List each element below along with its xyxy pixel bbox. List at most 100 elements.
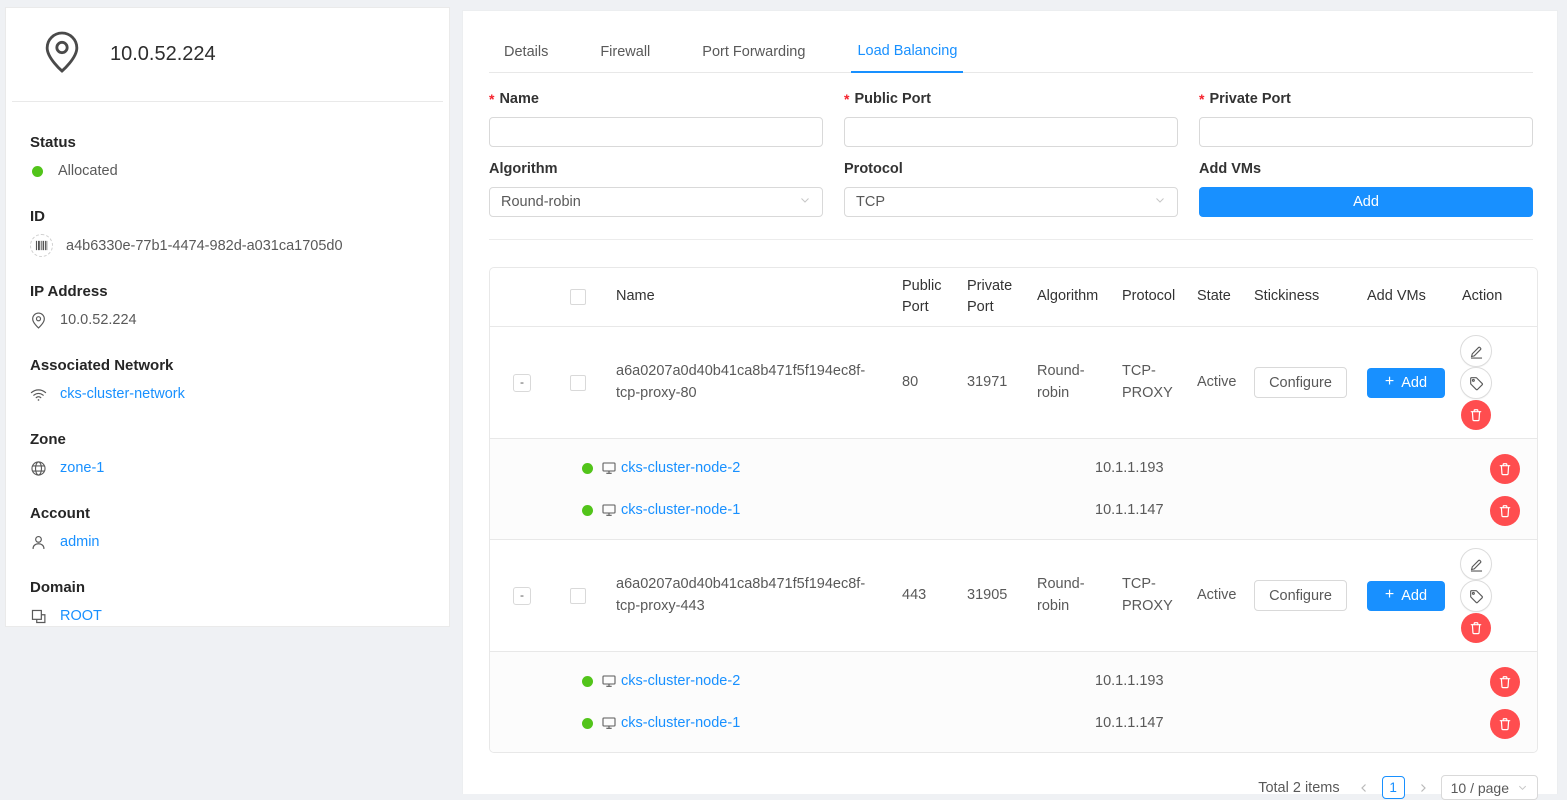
select-all-checkbox[interactable]	[570, 289, 586, 305]
account-link[interactable]: admin	[60, 534, 100, 550]
trash-icon	[1497, 461, 1513, 477]
delete-rule-button[interactable]	[1461, 400, 1491, 430]
col-header-name: Name	[602, 280, 892, 313]
add-rule-button[interactable]: Add	[1199, 187, 1533, 217]
wifi-icon	[30, 386, 47, 403]
status-label: Status	[30, 134, 425, 151]
detail-zone: Zone zone-1	[30, 431, 425, 479]
rule-state: Active	[1187, 579, 1244, 613]
page-number-button[interactable]: 1	[1382, 776, 1405, 799]
tab-load-balancing[interactable]: Load Balancing	[851, 31, 963, 73]
vm-ip: 10.1.1.193	[1095, 460, 1164, 476]
protocol-select[interactable]: TCP	[844, 187, 1178, 217]
zone-link[interactable]: zone-1	[60, 460, 104, 476]
location-pin-icon	[42, 30, 82, 78]
resource-header: 10.0.52.224	[30, 30, 425, 78]
vm-state-dot-icon	[582, 718, 593, 729]
status-dot-icon	[32, 166, 43, 177]
delete-rule-button[interactable]	[1461, 613, 1491, 643]
private-port-input[interactable]	[1199, 117, 1533, 147]
vm-link[interactable]: cks-cluster-node-1	[621, 715, 740, 731]
tab-bar: Details Firewall Port Forwarding Load Ba…	[489, 31, 1533, 73]
detail-id: ID a4b6330e-77b1-4474-982d-a031ca1705d0	[30, 208, 425, 257]
name-field-label: * Name	[489, 89, 823, 109]
detail-status: Status Allocated	[30, 134, 425, 182]
zone-label: Zone	[30, 431, 425, 448]
edit-rule-button[interactable]	[1460, 335, 1492, 367]
rule-public-port: 80	[892, 366, 957, 400]
remove-vm-button[interactable]	[1490, 454, 1520, 484]
rule-algorithm: Round-robin	[1027, 355, 1112, 411]
pagination-total: Total 2 items	[1258, 780, 1339, 796]
protocol-selected-value: TCP	[856, 194, 885, 210]
trash-icon	[1468, 407, 1484, 423]
public-port-input[interactable]	[844, 117, 1178, 147]
globe-icon	[30, 460, 47, 477]
collapse-row-button[interactable]: -	[513, 374, 531, 392]
col-header-action: Action	[1452, 280, 1538, 313]
configure-stickiness-button[interactable]: Configure	[1254, 367, 1347, 398]
tag-rule-button[interactable]	[1460, 367, 1492, 399]
add-vm-button[interactable]: + Add	[1367, 581, 1445, 611]
remove-vm-button[interactable]	[1490, 496, 1520, 526]
vm-row: cks-cluster-node-1 10.1.1.147	[490, 702, 1537, 744]
rule-state: Active	[1187, 366, 1244, 400]
edit-rule-button[interactable]	[1460, 548, 1492, 580]
name-input[interactable]	[489, 117, 823, 147]
remove-vm-button[interactable]	[1490, 667, 1520, 697]
col-header-add-vms: Add VMs	[1357, 280, 1452, 313]
vm-link[interactable]: cks-cluster-node-2	[621, 673, 740, 689]
ip-label: IP Address	[30, 283, 425, 300]
private-port-field-label: * Private Port	[1199, 89, 1533, 109]
account-label: Account	[30, 505, 425, 522]
protocol-field-label: Protocol	[844, 159, 1178, 179]
chevron-down-icon	[1154, 194, 1166, 210]
trash-icon	[1497, 674, 1513, 690]
page-size-select[interactable]: 10 / page	[1441, 775, 1538, 800]
field-protocol: Protocol TCP	[844, 159, 1178, 217]
plus-icon: +	[1385, 374, 1394, 390]
remove-vm-button[interactable]	[1490, 709, 1520, 739]
rule-protocol: TCP-PROXY	[1112, 355, 1187, 411]
tab-port-forwarding[interactable]: Port Forwarding	[696, 31, 811, 72]
status-value: Allocated	[58, 163, 118, 179]
row-checkbox[interactable]	[570, 375, 586, 391]
tab-firewall[interactable]: Firewall	[594, 31, 656, 72]
vm-link[interactable]: cks-cluster-node-1	[621, 502, 740, 518]
main-panel: Details Firewall Port Forwarding Load Ba…	[462, 10, 1558, 794]
form-divider	[489, 239, 1533, 240]
lb-rules-table: Name Public Port Private Port Algorithm …	[489, 267, 1538, 753]
table-row: - a6a0207a0d40b41ca8b471f5f194ec8f-tcp-p…	[490, 540, 1537, 652]
domain-link[interactable]: ROOT	[60, 608, 102, 624]
network-label: Associated Network	[30, 357, 425, 374]
chevron-down-icon	[1517, 780, 1528, 796]
ip-value: 10.0.52.224	[60, 312, 137, 328]
network-link[interactable]: cks-cluster-network	[60, 386, 185, 402]
algorithm-select[interactable]: Round-robin	[489, 187, 823, 217]
vm-link[interactable]: cks-cluster-node-2	[621, 460, 740, 476]
field-name: * Name	[489, 89, 823, 147]
chevron-left-icon	[1358, 782, 1370, 794]
detail-network: Associated Network cks-cluster-network	[30, 357, 425, 405]
row-checkbox[interactable]	[570, 588, 586, 604]
tag-icon	[1468, 588, 1485, 605]
tag-rule-button[interactable]	[1460, 580, 1492, 612]
pin-small-icon	[30, 312, 47, 329]
trash-icon	[1497, 716, 1513, 732]
rule-private-port: 31971	[957, 366, 1027, 400]
vm-row: cks-cluster-node-2 10.1.1.193	[490, 447, 1537, 489]
tab-details[interactable]: Details	[498, 31, 554, 72]
col-header-protocol: Protocol	[1112, 280, 1187, 313]
expanded-vm-list: cks-cluster-node-2 10.1.1.193 cks-cluste…	[490, 652, 1537, 752]
vm-row: cks-cluster-node-2 10.1.1.193	[490, 660, 1537, 702]
trash-icon	[1468, 620, 1484, 636]
collapse-row-button[interactable]: -	[513, 587, 531, 605]
vm-monitor-icon	[601, 460, 617, 476]
edit-pencil-icon	[1468, 343, 1485, 360]
add-vm-button[interactable]: + Add	[1367, 368, 1445, 398]
configure-stickiness-button[interactable]: Configure	[1254, 580, 1347, 611]
divider	[12, 101, 443, 102]
prev-page-button[interactable]	[1356, 780, 1372, 796]
next-page-button[interactable]	[1415, 780, 1431, 796]
resource-detail-card: 10.0.52.224 Status Allocated ID a4b63	[5, 7, 450, 627]
